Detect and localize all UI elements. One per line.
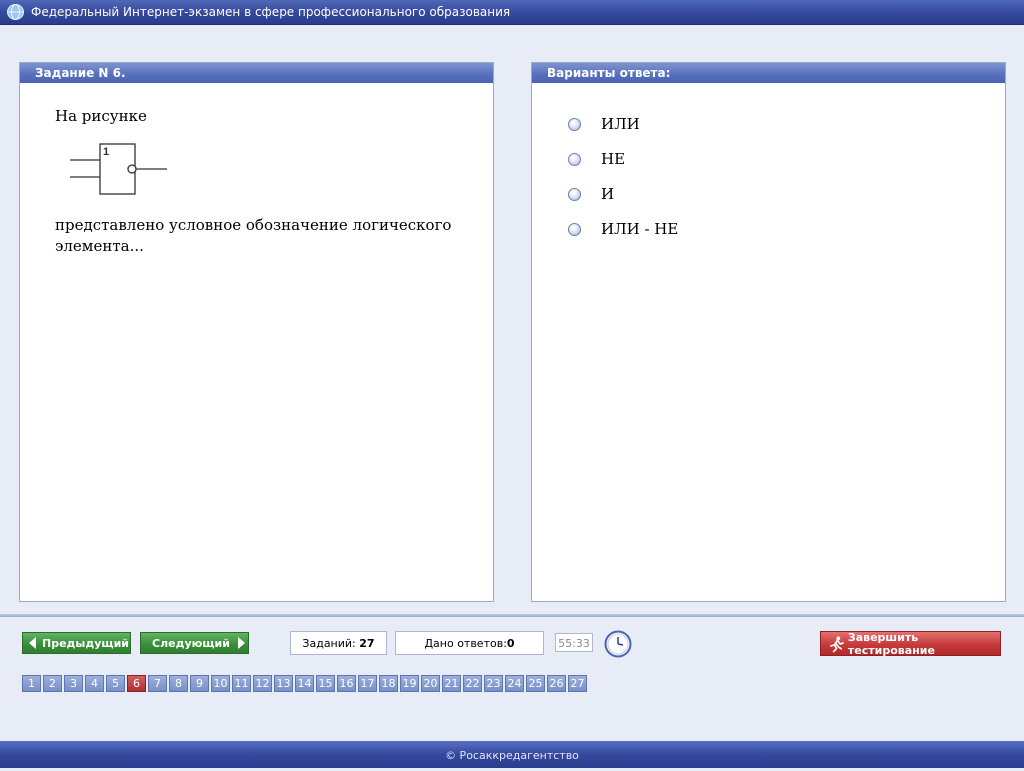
footer: © Росаккредагентство [0, 741, 1024, 768]
task-header: Задание N 6. [20, 63, 493, 83]
answer-option-4[interactable]: ИЛИ - НЕ [568, 219, 678, 239]
answer-label: ИЛИ [601, 115, 640, 133]
task-panel: Задание N 6. На рисунке 1 представлено у… [19, 62, 494, 602]
title-bar: Федеральный Интернет-экзамен в сфере про… [0, 0, 1024, 25]
page-button-4[interactable]: 4 [85, 675, 104, 692]
page-button-16[interactable]: 16 [337, 675, 356, 692]
question-text-intro: На рисунке [55, 107, 147, 125]
page-button-25[interactable]: 25 [526, 675, 545, 692]
page-button-17[interactable]: 17 [358, 675, 377, 692]
answer-label: ИЛИ - НЕ [601, 220, 679, 238]
radio-button-icon[interactable] [568, 117, 581, 131]
question-text-line1: представлено условное обозначение логиче… [55, 216, 452, 234]
answer-option-1[interactable]: ИЛИ [568, 114, 640, 134]
clock-icon [604, 630, 632, 658]
radio-button-icon[interactable] [568, 152, 581, 166]
answered-count: 0 [506, 637, 515, 650]
page-button-19[interactable]: 19 [400, 675, 419, 692]
prev-label: Предыдущий [42, 636, 130, 650]
arrow-right-icon [237, 637, 245, 649]
page-button-22[interactable]: 22 [463, 675, 482, 692]
radio-button-icon[interactable] [568, 187, 581, 201]
prev-button[interactable]: Предыдущий [22, 632, 131, 654]
answer-label: И [601, 185, 615, 203]
page-button-11[interactable]: 11 [232, 675, 251, 692]
divider [0, 614, 1024, 617]
running-man-icon [829, 635, 844, 652]
finish-label: Завершить тестирование [847, 630, 935, 657]
footer-copyright: © Росаккредагентство [445, 749, 579, 762]
tasks-count: 27 [359, 637, 375, 650]
page-button-15[interactable]: 15 [316, 675, 335, 692]
page-button-8[interactable]: 8 [169, 675, 188, 692]
arrow-left-icon [29, 637, 36, 649]
tasks-label: Заданий: [302, 637, 356, 650]
page-button-18[interactable]: 18 [379, 675, 398, 692]
answered-count-box: Дано ответов:0 [395, 631, 544, 655]
question-text-line2: элемента... [55, 237, 144, 255]
page-button-3[interactable]: 3 [64, 675, 83, 692]
page-button-26[interactable]: 26 [547, 675, 566, 692]
timer-display: 55:33 [555, 633, 593, 652]
page-button-14[interactable]: 14 [295, 675, 314, 692]
gate-label: 1 [103, 146, 109, 158]
next-button[interactable]: Следующий [140, 632, 249, 654]
answer-option-3[interactable]: И [568, 184, 614, 204]
answers-header: Варианты ответа: [532, 63, 1005, 83]
page-button-2[interactable]: 2 [43, 675, 62, 692]
page-button-27[interactable]: 27 [568, 675, 587, 692]
page-button-12[interactable]: 12 [253, 675, 272, 692]
page-button-24[interactable]: 24 [505, 675, 524, 692]
page-button-6[interactable]: 6 [127, 675, 146, 692]
page-button-5[interactable]: 5 [106, 675, 125, 692]
radio-button-icon[interactable] [568, 222, 581, 236]
answered-label: Дано ответов: [424, 637, 507, 650]
page-button-20[interactable]: 20 [421, 675, 440, 692]
page-button-7[interactable]: 7 [148, 675, 167, 692]
page-button-23[interactable]: 23 [484, 675, 503, 692]
page-button-21[interactable]: 21 [442, 675, 461, 692]
page-button-10[interactable]: 10 [211, 675, 230, 692]
next-label: Следующий [152, 636, 230, 650]
answer-label: НЕ [601, 150, 626, 168]
page-button-9[interactable]: 9 [190, 675, 209, 692]
page-button-1[interactable]: 1 [22, 675, 41, 692]
answers-panel: Варианты ответа: ИЛИ НЕ И ИЛИ - НЕ [531, 62, 1006, 602]
app-logo-icon [7, 4, 24, 20]
page-button-13[interactable]: 13 [274, 675, 293, 692]
question-pager: 1 2 3 4 5 6 7 8 9 10 11 12 13 14 15 16 17 18 19 20 21 22 23 24 2… [22, 675, 589, 692]
logic-gate-figure: 1 [63, 127, 175, 209]
window-title: Федеральный Интернет-экзамен в сфере про… [31, 5, 511, 19]
finish-test-button[interactable]: Завершить тестирование [820, 630, 1001, 657]
answer-option-2[interactable]: НЕ [568, 149, 625, 169]
tasks-count-box: Заданий: 27 [290, 631, 387, 655]
